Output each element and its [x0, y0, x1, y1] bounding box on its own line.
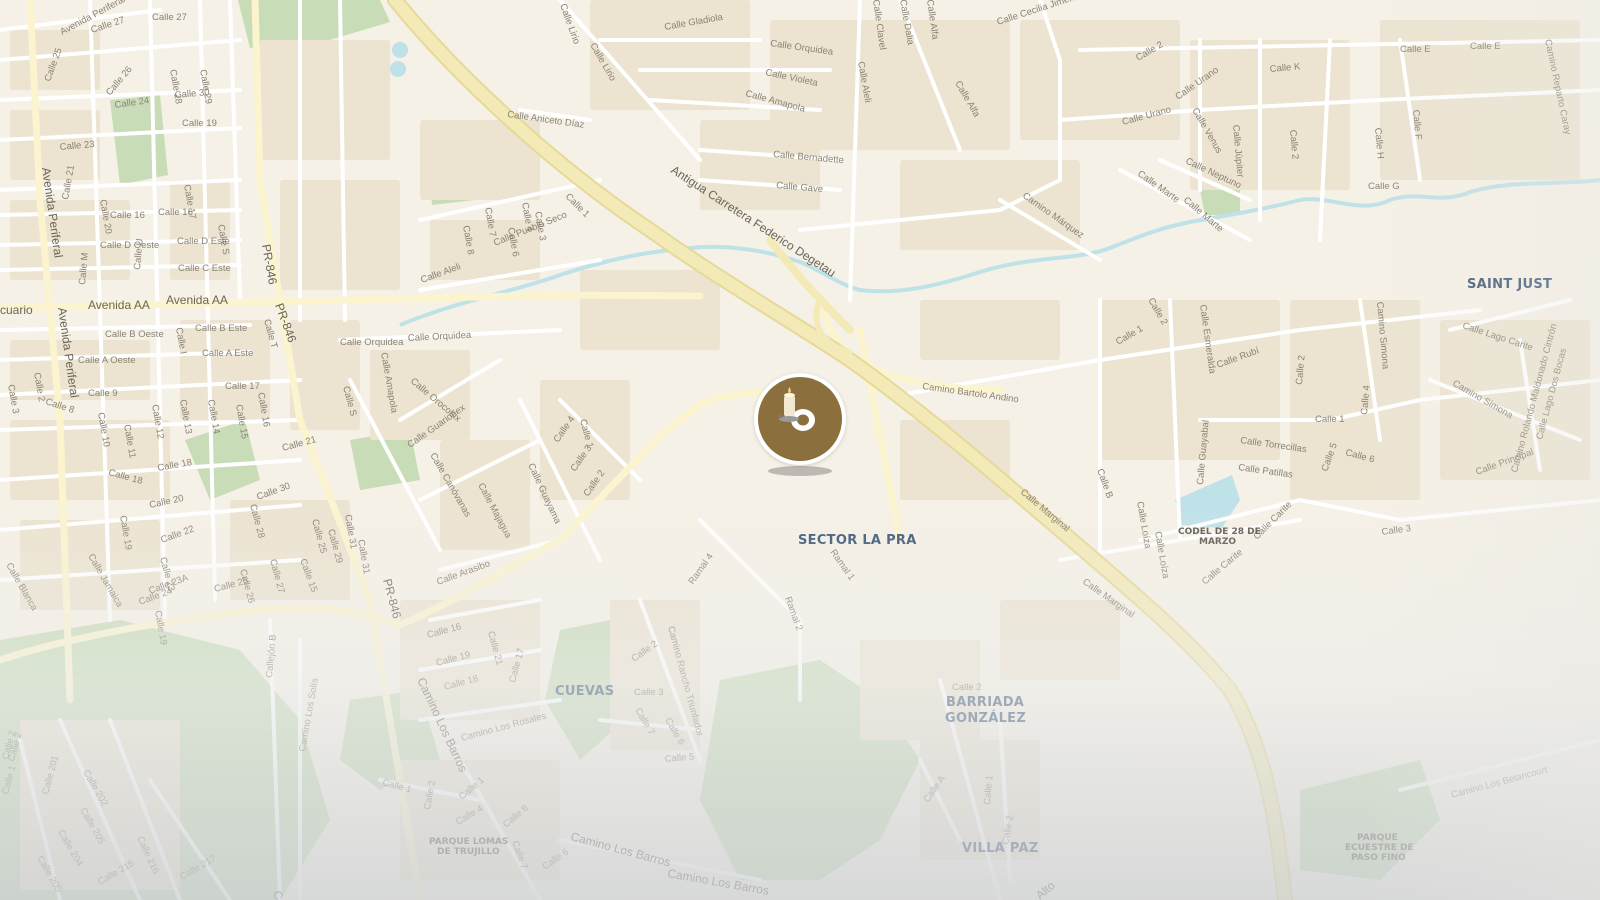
street-label: Calle 3: [634, 687, 664, 698]
area-label-saint-just: SAINT JUST: [1467, 277, 1553, 292]
area-label-sector-la-pra: SECTOR LA PRA: [798, 533, 917, 548]
street-label: Calle 1: [1315, 414, 1345, 425]
street-label: Calle D Oeste: [100, 240, 159, 251]
street-label: Calle 16: [158, 207, 193, 218]
poi-label-parque-lomas: PARQUE LOMAS: [429, 837, 509, 847]
poi-label-codel: CODEL DE 28 DE: [1178, 527, 1261, 537]
street-label: Calle 9: [88, 388, 118, 399]
street-label: Calle B Este: [195, 323, 247, 334]
street-label: Avenida AA: [88, 298, 150, 312]
map-canvas[interactable]: Avenida Periferal Calle 27 Calle 27 Call…: [0, 0, 1600, 900]
street-label: Calle C Este: [178, 263, 231, 274]
street-label: cuario: [0, 303, 33, 317]
street-label: Avenida AA: [166, 293, 228, 307]
street-label: Calle A Este: [202, 348, 253, 359]
poi-label-parque-lomas: DE TRUJILLO: [437, 847, 500, 857]
location-marker[interactable]: [754, 373, 846, 465]
poi-label-parque-ecuestre: ECUESTRE DE: [1345, 843, 1414, 853]
street-label: Calle 27: [152, 12, 187, 23]
marker-badge: [758, 377, 842, 461]
street-label: Calle 2: [952, 682, 982, 693]
street-label: Calle B Oeste: [105, 329, 164, 340]
street-label: Calle 17: [225, 381, 260, 392]
street-label: Calle 16: [110, 210, 145, 221]
poi-label-parque-ecuestre: PASO FINO: [1351, 853, 1406, 863]
area-label-barriada-gonzalez: BARRIADA: [946, 695, 1025, 710]
street-label: Calle A Oeste: [78, 355, 136, 366]
candle-icon: [778, 387, 815, 431]
street-label: Calle G: [1368, 181, 1400, 192]
marker-shadow: [768, 466, 832, 476]
area-label-cuevas: CUEVAS: [555, 684, 615, 699]
street-label: Calle D Este: [177, 236, 230, 247]
street-label: Calle E: [1400, 44, 1431, 55]
poi-label-codel: MARZO: [1199, 537, 1237, 547]
street-label: Calle 19: [182, 118, 217, 129]
street-label: Calle Orquidea: [340, 337, 404, 348]
area-label-villa-paz: VILLA PAZ: [962, 841, 1039, 856]
street-label: Calle E: [1470, 41, 1501, 52]
poi-label-parque-ecuestre: PARQUE: [1357, 833, 1398, 843]
area-label-barriada-gonzalez: GONZÁLEZ: [945, 711, 1027, 726]
